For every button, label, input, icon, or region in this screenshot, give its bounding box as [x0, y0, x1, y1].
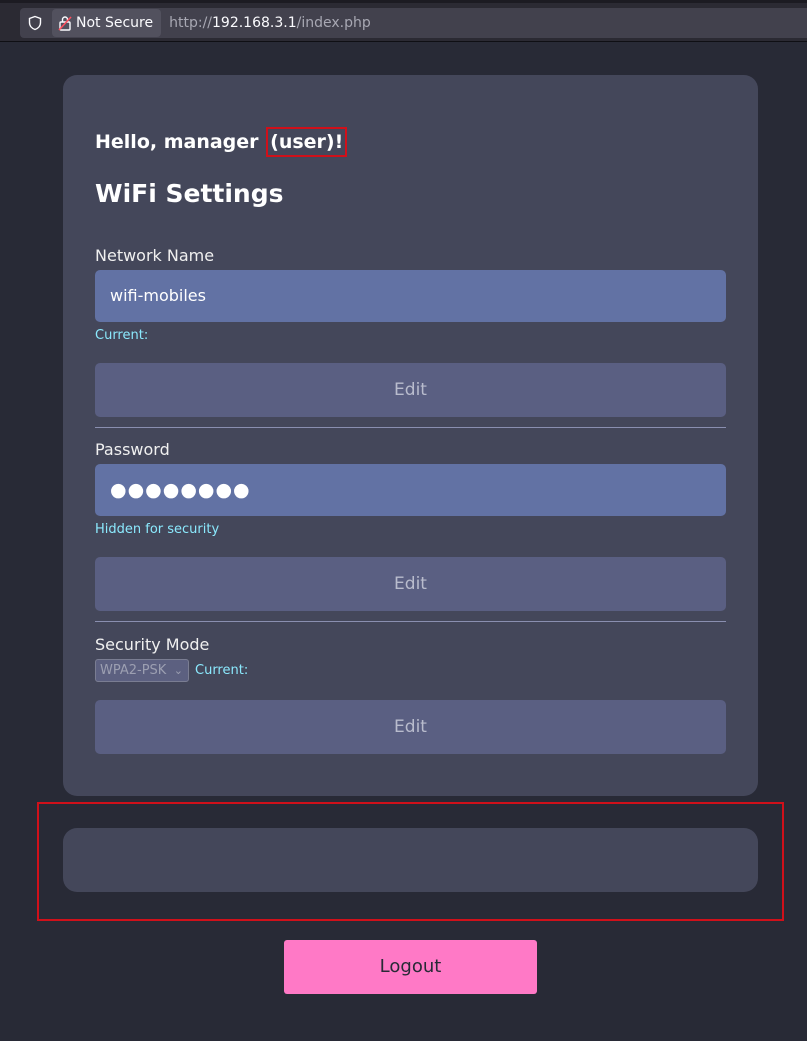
empty-card: [63, 828, 758, 892]
divider: [95, 621, 726, 622]
security-mode-label: Security Mode: [95, 635, 210, 654]
security-mode-edit-button[interactable]: Edit: [95, 700, 726, 754]
password-input[interactable]: ●●●●●●●●: [95, 464, 726, 516]
network-name-input[interactable]: wifi-mobiles: [95, 270, 726, 322]
not-secure-label: Not Secure: [76, 15, 154, 31]
url-text[interactable]: http://192.168.3.1/index.php: [169, 15, 371, 31]
password-label: Password: [95, 440, 170, 459]
address-field[interactable]: Not Secure http://192.168.3.1/index.php: [20, 8, 807, 38]
network-name-label: Network Name: [95, 246, 215, 265]
chevron-down-icon: ⌄: [173, 664, 183, 677]
password-edit-button[interactable]: Edit: [95, 557, 726, 611]
password-hint: Hidden for security: [95, 522, 220, 537]
security-mode-current: Current:: [195, 663, 249, 678]
shield-icon[interactable]: [20, 8, 50, 38]
page-title: WiFi Settings: [95, 179, 284, 208]
logout-button[interactable]: Logout: [284, 940, 537, 994]
network-name-edit-button[interactable]: Edit: [95, 363, 726, 417]
divider: [95, 427, 726, 428]
user-role-highlight: (user)!: [266, 127, 348, 157]
browser-url-bar: Not Secure http://192.168.3.1/index.php: [0, 0, 807, 42]
greeting-text: Hello, manager (user)!: [95, 127, 348, 157]
network-name-current: Current:: [95, 328, 149, 343]
wifi-settings-card: Hello, manager (user)! WiFi Settings Net…: [63, 75, 758, 796]
security-mode-select[interactable]: WPA2-PSK ⌄: [95, 659, 189, 682]
lock-warning-icon: [58, 16, 72, 31]
not-secure-badge[interactable]: Not Secure: [52, 9, 162, 37]
